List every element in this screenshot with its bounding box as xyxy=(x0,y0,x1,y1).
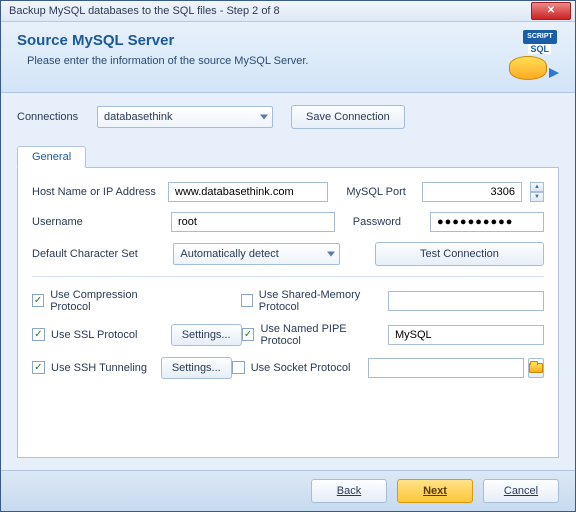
sql-script-icon: SCRIPT SQL xyxy=(507,32,559,84)
ssl-settings-button[interactable]: Settings... xyxy=(171,324,242,346)
port-label: MySQL Port xyxy=(346,186,414,198)
save-connection-button[interactable]: Save Connection xyxy=(291,105,405,129)
next-button[interactable]: Next xyxy=(397,479,473,503)
username-label: Username xyxy=(32,216,163,228)
test-connection-button[interactable]: Test Connection xyxy=(375,242,544,266)
compression-label: Use Compression Protocol xyxy=(50,289,171,313)
folder-icon xyxy=(529,363,543,373)
wizard-body: Connections databasethink Save Connectio… xyxy=(1,93,575,470)
named-pipe-input[interactable] xyxy=(388,325,544,345)
password-input[interactable] xyxy=(430,212,544,232)
close-button[interactable]: ✕ xyxy=(531,2,571,20)
tabbar: General xyxy=(17,145,559,168)
back-button[interactable]: Back xyxy=(311,479,387,503)
page-title: Source MySQL Server xyxy=(17,32,308,49)
username-input[interactable] xyxy=(171,212,335,232)
chevron-down-icon xyxy=(260,114,268,119)
window-title: Backup MySQL databases to the SQL files … xyxy=(9,5,280,17)
ssl-checkbox[interactable]: ✓ xyxy=(32,328,45,341)
chevron-down-icon xyxy=(327,251,335,256)
compression-checkbox[interactable]: ✓ xyxy=(32,294,44,307)
socket-input[interactable] xyxy=(368,358,524,378)
socket-checkbox[interactable] xyxy=(232,361,245,374)
port-input[interactable] xyxy=(422,182,522,202)
host-input[interactable] xyxy=(168,182,328,202)
separator xyxy=(32,276,544,277)
shared-memory-checkbox[interactable] xyxy=(241,294,253,307)
port-spin-up[interactable]: ▲ xyxy=(530,182,544,192)
cancel-button[interactable]: Cancel xyxy=(483,479,559,503)
wizard-header: Source MySQL Server Please enter the inf… xyxy=(1,22,575,93)
charset-combo[interactable]: Automatically detect xyxy=(173,243,339,265)
named-pipe-checkbox[interactable]: ✓ xyxy=(242,328,255,341)
shared-memory-label: Use Shared-Memory Protocol xyxy=(259,289,388,313)
named-pipe-label: Use Named PIPE Protocol xyxy=(260,323,388,347)
general-panel: Host Name or IP Address MySQL Port ▲ ▼ U… xyxy=(17,168,559,458)
port-spin-down[interactable]: ▼ xyxy=(530,192,544,202)
socket-label: Use Socket Protocol xyxy=(251,362,351,374)
host-label: Host Name or IP Address xyxy=(32,186,160,198)
wizard-window: Backup MySQL databases to the SQL files … xyxy=(0,0,576,512)
connections-combo[interactable]: databasethink xyxy=(97,106,273,128)
titlebar: Backup MySQL databases to the SQL files … xyxy=(1,1,575,22)
ssh-checkbox[interactable]: ✓ xyxy=(32,361,45,374)
page-subtitle: Please enter the information of the sour… xyxy=(27,55,308,67)
socket-browse-button[interactable] xyxy=(528,358,544,378)
ssh-settings-button[interactable]: Settings... xyxy=(161,357,232,379)
password-label: Password xyxy=(353,216,422,228)
shared-memory-input[interactable] xyxy=(388,291,544,311)
close-icon: ✕ xyxy=(547,5,555,16)
wizard-footer: Back Next Cancel xyxy=(1,470,575,511)
connections-label: Connections xyxy=(17,111,97,123)
tab-general[interactable]: General xyxy=(17,146,86,168)
charset-label: Default Character Set xyxy=(32,248,165,260)
ssh-label: Use SSH Tunneling xyxy=(51,362,147,374)
ssl-label: Use SSL Protocol xyxy=(51,329,137,341)
